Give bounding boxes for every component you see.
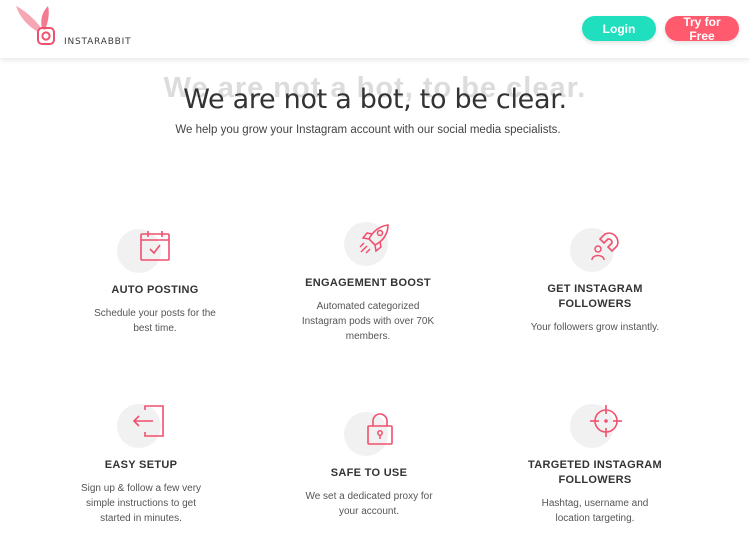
rocket-icon	[359, 224, 389, 254]
feature-engagement-boost: ENGAGEMENT BOOST Automated categorized I…	[278, 220, 458, 344]
hero-title: We are not a bot, to be clear.	[183, 84, 567, 115]
feature-title: GET INSTAGRAM FOLLOWERS	[547, 283, 643, 310]
feature-title: TARGETED INSTAGRAM FOLLOWERS	[528, 459, 662, 486]
login-button[interactable]: Login	[582, 16, 656, 41]
feature-get-followers: GET INSTAGRAM FOLLOWERS Your followers g…	[505, 226, 685, 335]
site-header: INSTARABBIT Login Try for Free	[0, 0, 750, 58]
brand-name: INSTARABBIT	[64, 37, 132, 47]
feature-description: Automated categorized Instagram pods wit…	[301, 301, 435, 342]
feature-targeted-followers: TARGETED INSTAGRAM FOLLOWERS Hashtag, us…	[505, 402, 685, 526]
feature-description: Hashtag, username and location targeting…	[541, 498, 649, 524]
logo[interactable]: INSTARABBIT	[14, 4, 134, 52]
padlock-icon	[367, 413, 393, 445]
feature-description: Your followers grow instantly.	[530, 322, 660, 333]
feature-auto-posting: AUTO POSTING Schedule your posts for the…	[65, 227, 245, 336]
feature-easy-setup: EASY SETUP Sign up & follow a few very s…	[51, 402, 231, 526]
hero-subtitle: We help you grow your Instagram account …	[175, 124, 561, 136]
feature-description: Schedule your posts for the best time.	[94, 308, 216, 334]
feature-title: AUTO POSTING	[111, 284, 199, 296]
magnet-user-icon	[591, 232, 619, 261]
feature-description: Sign up & follow a few very simple instr…	[80, 483, 202, 524]
feature-title: EASY SETUP	[104, 459, 178, 471]
try-for-free-button[interactable]: Try for Free	[665, 15, 739, 43]
calendar-check-icon	[140, 231, 170, 261]
feature-safe-to-use: SAFE TO USE We set a dedicated proxy for…	[279, 410, 459, 519]
feature-title: ENGAGEMENT BOOST	[305, 277, 431, 289]
feature-title: SAFE TO USE	[330, 467, 408, 479]
crosshair-target-icon	[590, 405, 622, 437]
enter-door-icon	[132, 405, 164, 437]
feature-description: We set a dedicated proxy for your accoun…	[305, 491, 433, 517]
rabbit-camera-logo-icon	[16, 6, 55, 45]
